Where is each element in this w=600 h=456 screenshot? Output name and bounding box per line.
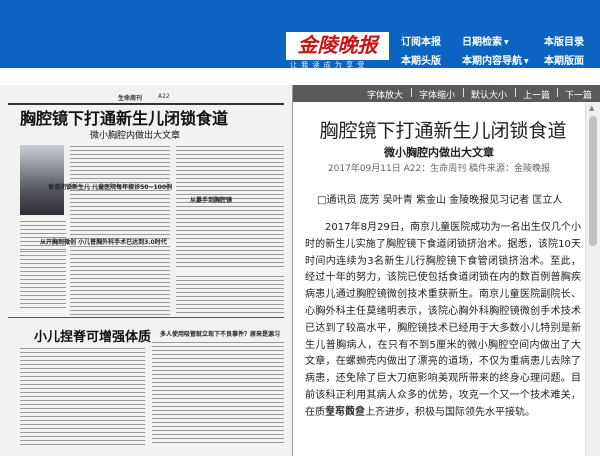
- nav-date-search[interactable]: 日期检索 ▼: [462, 33, 509, 48]
- paper-text-block: [176, 145, 284, 270]
- paper-title: 胸腔镜下打通新生儿闭锁食道: [20, 109, 229, 128]
- toolbar-separator: |: [556, 88, 560, 98]
- chevron-down-icon: ▼: [504, 38, 509, 46]
- nav-page-directory[interactable]: 本版目录: [544, 33, 584, 48]
- article-byline: □通讯员 庞芳 吴叶青 紫金山 金陵晚报见习记者 匡立人: [317, 195, 563, 206]
- article-panel: 胸腔镜下打通新生儿闭锁食道 微小胸腔内做出大文章 2017年09月11日 A22…: [293, 102, 585, 456]
- paper-text-block: [70, 245, 170, 315]
- paper-header-strip: 生命周刊 A22: [8, 93, 284, 105]
- scroll-up-icon[interactable]: ▲: [589, 104, 594, 112]
- doctor-photo: [20, 145, 64, 215]
- expert-intro-heading: 专家简介: [325, 406, 365, 417]
- slogan: 让 我 读 成 为 享 受: [290, 61, 366, 68]
- paper-text-block: [176, 275, 284, 313]
- article-scrollbar[interactable]: ▲: [585, 102, 600, 456]
- logo[interactable]: 金陵晚报: [286, 32, 389, 60]
- paper-bottom-head-2: 多人使用吸管就立现下不良事件？原来是源习: [160, 331, 281, 338]
- paper-subtitle: 微小胸腔内做出大文章: [90, 131, 181, 141]
- article-meta: 2017年09月11日 A22：生命周刊 稿件来源：金陵晚报: [327, 164, 551, 174]
- paper-text-block: [152, 341, 284, 452]
- previous-article-button[interactable]: 上一篇: [523, 88, 550, 101]
- toolbar-separator: |: [462, 88, 466, 98]
- font-increase-button[interactable]: 字体放大: [367, 88, 403, 101]
- paper-caption: 食道闭锁新生儿 儿童医院每年接诊50~100例: [48, 184, 172, 191]
- scrollbar-thumb[interactable]: [589, 116, 597, 246]
- nav-page-layout[interactable]: 本期版面: [544, 52, 584, 67]
- font-decrease-button[interactable]: 字体缩小: [419, 88, 455, 101]
- newspaper-page-image[interactable]: 生命周刊 A22 胸腔镜下打通新生儿闭锁食道 微小胸腔内做出大文章 食道闭锁新生…: [0, 85, 293, 456]
- paper-bottom-title: 小儿捏脊可增强体质: [34, 330, 152, 345]
- site-header: 金陵晚报 让 我 读 成 为 享 受 订阅本报 日期检索 ▼ 本版目录 本期头版 …: [0, 0, 600, 68]
- paper-side-head-2: 从开胸到微创 小儿普胸外科手术已达到3.0时代: [40, 239, 167, 246]
- article-subtitle: 微小胸腔内做出大文章: [384, 146, 494, 159]
- paper-text-block: [20, 250, 66, 310]
- font-default-button[interactable]: 默认大小: [471, 88, 507, 101]
- nav-subscribe[interactable]: 订阅本报: [401, 33, 441, 48]
- logo-text: 金陵晚报: [297, 33, 378, 57]
- toolbar-separator: |: [514, 88, 518, 98]
- paper-side-head: 从暴手到胸腔镜: [190, 197, 233, 204]
- article-title: 胸腔镜下打通新生儿闭锁食道: [319, 120, 567, 142]
- nav-content-navigation[interactable]: 本期内容导航 ▼: [462, 52, 529, 67]
- paper-text-block: [70, 145, 170, 240]
- nav-front-page[interactable]: 本期头版: [401, 52, 441, 67]
- chevron-down-icon: ▼: [524, 57, 529, 65]
- toolbar-separator: |: [410, 88, 414, 98]
- next-article-button[interactable]: 下一篇: [565, 88, 592, 101]
- article-body: 2017年8月29日，南京儿童医院成功为一名出生仅几个小时的新生儿实施了胸腔镜下…: [305, 222, 581, 418]
- paper-bottom-strip: [0, 446, 292, 456]
- paper-divider: [8, 317, 284, 318]
- paper-text-block: [20, 347, 145, 452]
- article-toolbar: 字体放大 | 字体缩小 | 默认大小 | 上一篇 | 下一篇: [293, 85, 600, 102]
